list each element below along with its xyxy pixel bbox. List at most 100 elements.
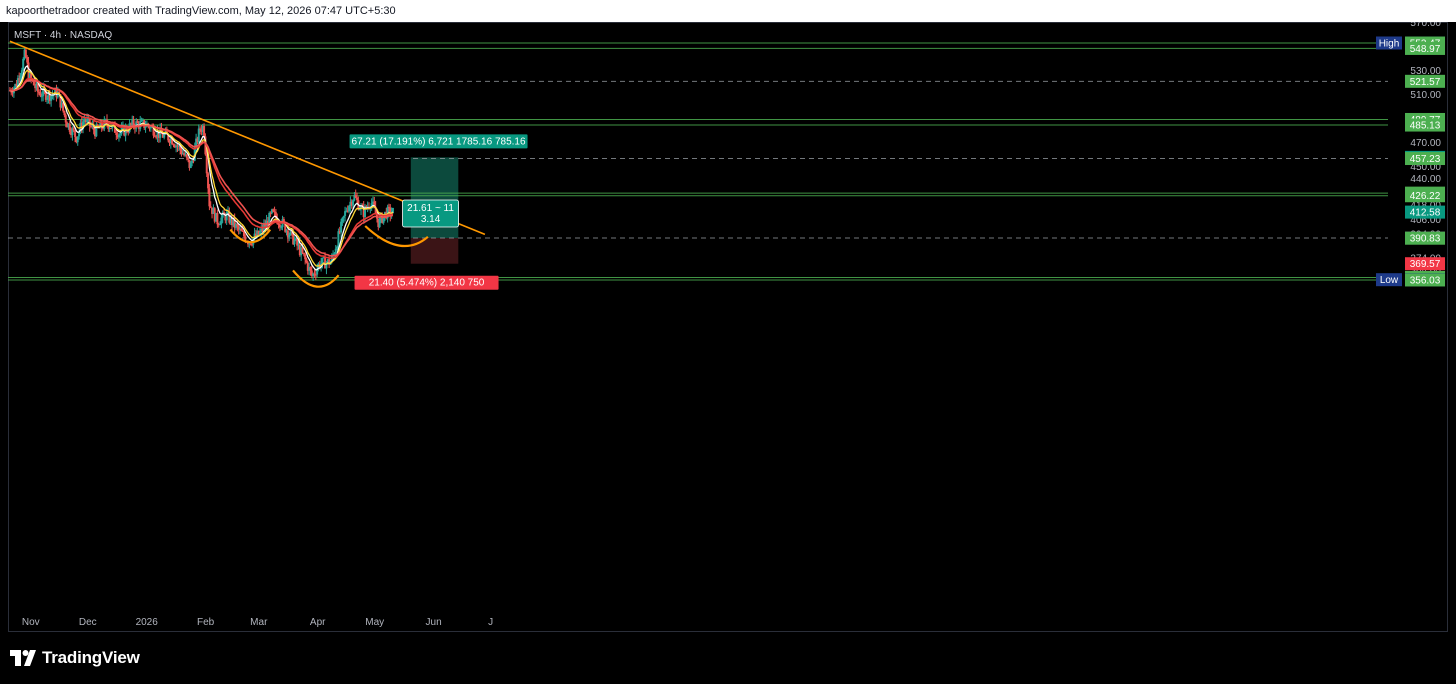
candle-body <box>249 243 252 245</box>
y-tick-label: 510.00 <box>1410 90 1441 101</box>
candle-body <box>20 70 23 76</box>
candle-body <box>288 234 291 238</box>
symbol-legend[interactable]: MSFT · 4h · NASDAQ <box>14 30 112 41</box>
candle-body <box>132 119 135 126</box>
candle-body <box>378 217 381 227</box>
candle-body <box>305 259 308 263</box>
price-label-tag-text: Low <box>1380 275 1399 286</box>
footer-bar <box>0 632 1456 684</box>
level-lines-layer <box>8 42 1388 281</box>
candle-body <box>197 128 200 143</box>
candle-body <box>209 206 212 208</box>
candle-body <box>356 197 359 201</box>
candle-body <box>272 209 275 212</box>
profit-label-text: 67.21 (17.191%) 6,721 1785.16 785.16 <box>352 136 526 147</box>
x-tick-label: J <box>488 617 493 628</box>
candle-body <box>236 224 239 227</box>
candle-body <box>63 110 66 116</box>
tradingview-logo-text: TradingView <box>42 648 140 667</box>
candle-body <box>119 133 122 135</box>
candle <box>24 47 27 59</box>
price-label-text: 369.57 <box>1410 259 1441 270</box>
price-label: 390.83 <box>1405 231 1445 245</box>
tradingview-logo-icon <box>10 650 36 666</box>
candle <box>42 82 45 102</box>
price-label: 485.13 <box>1405 118 1445 132</box>
price-label: Low <box>1376 273 1402 287</box>
price-chart[interactable]: 570.00530.00510.00470.00450.00440.00418.… <box>8 22 1448 632</box>
candle-body <box>109 128 112 130</box>
candle-body <box>220 217 223 225</box>
candle <box>12 86 15 98</box>
candle-body <box>74 130 77 137</box>
x-tick-label: 2026 <box>136 617 159 628</box>
candle-body <box>309 267 312 271</box>
candle <box>88 117 91 132</box>
price-label-text: 457.23 <box>1410 154 1441 165</box>
candle-body <box>219 224 222 226</box>
chart-header-bar: kapoorthetradoor created with TradingVie… <box>0 0 1456 22</box>
candle-body <box>153 135 156 137</box>
candle-body <box>90 125 93 127</box>
candle-body <box>207 173 210 189</box>
price-label-text: 426.22 <box>1410 191 1441 202</box>
candle <box>183 150 186 157</box>
risk-reward-text: 3.14 <box>421 214 441 225</box>
axes-layer: 570.00530.00510.00470.00450.00440.00418.… <box>22 22 1442 628</box>
price-label-text: 390.83 <box>1410 234 1441 245</box>
candle-body <box>38 91 41 94</box>
candle-body <box>19 75 22 81</box>
candle-body <box>304 254 307 260</box>
risk-reward-text: 21.61 ~ 11 <box>407 203 454 214</box>
x-tick-label: Feb <box>197 617 215 628</box>
candle-body <box>225 212 228 221</box>
price-label-text: 485.13 <box>1410 121 1441 132</box>
candle-body <box>22 58 25 71</box>
candle-body <box>314 274 317 276</box>
candle-body <box>203 125 206 137</box>
candle-body <box>187 157 190 160</box>
ema-34-line <box>9 79 394 257</box>
candle-body <box>26 57 29 63</box>
candle-body <box>199 128 202 130</box>
candle <box>76 136 79 146</box>
candle-body <box>86 118 89 123</box>
candle-body <box>144 126 147 128</box>
candle <box>225 208 228 225</box>
candle-body <box>341 217 344 222</box>
candle-body <box>240 228 243 231</box>
header-credit-text: kapoorthetradoor created with TradingVie… <box>6 5 396 17</box>
candle-body <box>72 128 75 131</box>
candle-body <box>24 49 27 58</box>
candle-body <box>333 253 336 255</box>
candle-body <box>172 144 175 146</box>
y-tick-label: 440.00 <box>1410 174 1441 185</box>
candle <box>370 198 373 211</box>
candle-body <box>358 209 361 211</box>
x-tick-label: Jun <box>426 617 442 628</box>
candle-body <box>117 134 120 138</box>
candle-body <box>280 227 283 229</box>
candle-body <box>216 212 219 225</box>
candle <box>95 120 98 138</box>
loss-label-text: 21.40 (5.474%) 2,140 750 <box>369 278 485 289</box>
moving-averages-layer <box>9 64 394 271</box>
price-label: 356.03 <box>1405 273 1445 287</box>
price-label-text: 356.03 <box>1410 275 1441 286</box>
price-label-text: 521.57 <box>1410 77 1441 88</box>
candle-body <box>354 195 357 198</box>
price-label: 426.22 <box>1405 189 1445 203</box>
candle-body <box>340 221 343 233</box>
candle-body <box>163 134 166 138</box>
x-tick-label: May <box>365 617 384 628</box>
price-label: High <box>1376 36 1402 50</box>
tradingview-logo[interactable]: TradingView <box>10 648 140 668</box>
risk-reward-label: 21.61 ~ 113.14 <box>402 199 459 228</box>
candle <box>50 95 53 107</box>
candle-body <box>39 93 42 97</box>
candle-body <box>344 211 347 216</box>
candle-body <box>50 95 53 101</box>
candle <box>334 245 337 255</box>
candle <box>354 189 357 199</box>
candle <box>82 116 85 134</box>
